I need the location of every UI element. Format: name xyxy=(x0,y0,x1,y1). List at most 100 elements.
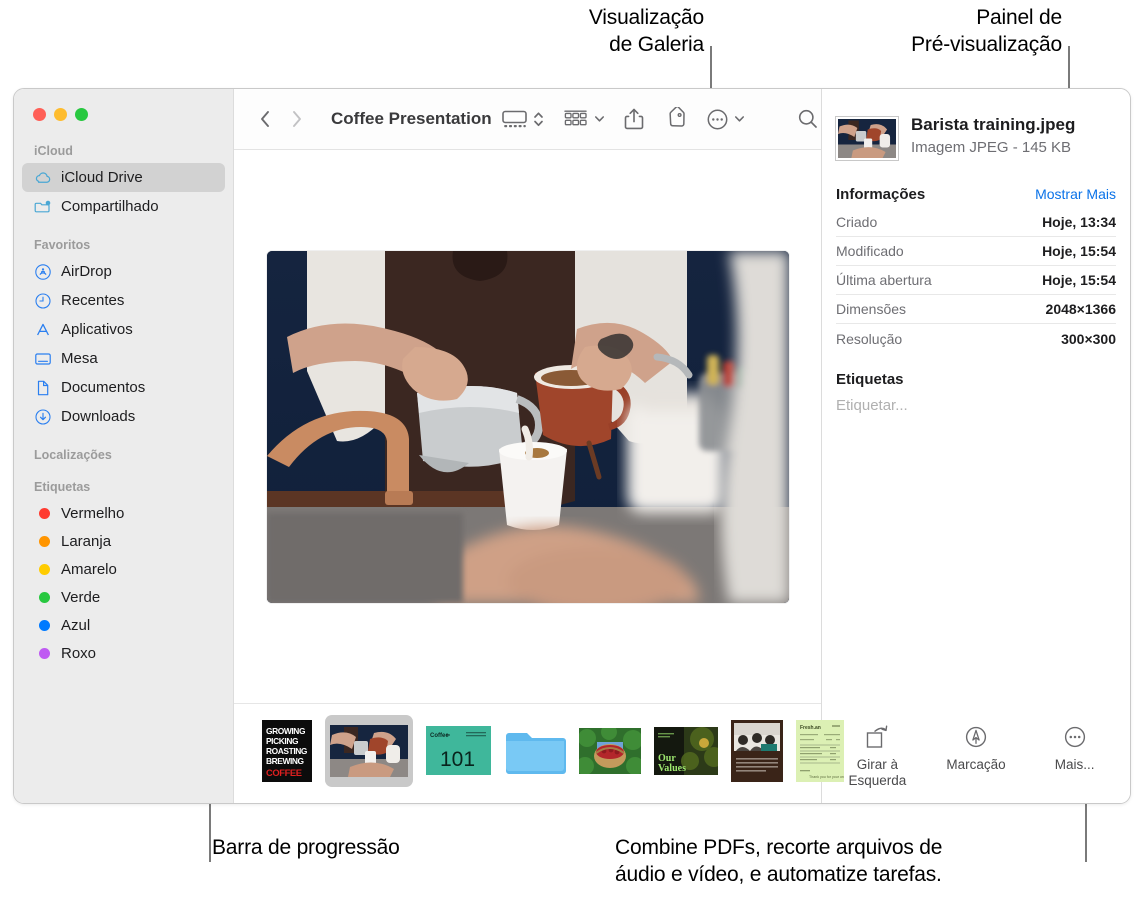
zoom-button[interactable] xyxy=(75,108,88,121)
sidebar-tag-amarelo[interactable]: Amarelo xyxy=(22,555,225,583)
group-by-button[interactable] xyxy=(554,108,614,130)
preview-file-meta: Barista training.jpeg Imagem JPEG - 145 … xyxy=(911,114,1075,156)
sidebar-tag-vermelho[interactable]: Vermelho xyxy=(22,499,225,527)
sidebar-item-icloud-drive[interactable]: iCloud Drive xyxy=(22,163,225,192)
gallery-view: GROWING PICKING ROASTING BREWING COFFEE xyxy=(234,150,844,803)
svg-text:GROWING: GROWING xyxy=(266,726,305,736)
sidebar-item-label: Documentos xyxy=(61,379,146,396)
share-icon xyxy=(624,108,643,130)
view-stepper-button[interactable] xyxy=(530,108,554,130)
info-section-title: Informações xyxy=(836,186,926,203)
back-arrow[interactable] xyxy=(258,108,272,130)
svg-text:COFFEE: COFFEE xyxy=(266,767,302,778)
sidebar-item-label: Recentes xyxy=(61,292,125,309)
sidebar-item-label: AirDrop xyxy=(61,263,112,280)
thumbnail-barista-training[interactable] xyxy=(325,714,413,787)
barista-training-thumb xyxy=(330,724,408,777)
sidebar-item-shared[interactable]: Compartilhado xyxy=(22,192,225,221)
callout-preview-panel: Painel de Pré-visualização xyxy=(836,4,1062,58)
thumbnail-berries-basket[interactable] xyxy=(579,720,641,782)
tag-dot-icon xyxy=(34,616,52,634)
svg-text:Fresh.an: Fresh.an xyxy=(800,725,821,731)
svg-text:Thank you for your order!: Thank you for your order! xyxy=(809,775,844,779)
shared-folder-icon xyxy=(34,198,52,216)
sidebar-tag-azul[interactable]: Azul xyxy=(22,611,225,639)
main-content-area: Coffee Presentation GROWING PICKING ROAS… xyxy=(233,89,844,803)
info-row-resolucao: Resolução 300×300 xyxy=(836,324,1116,353)
markup-icon xyxy=(965,726,987,748)
sidebar-tag-verde[interactable]: Verde xyxy=(22,583,225,611)
sidebar-tag-roxo[interactable]: Roxo xyxy=(22,639,225,667)
downloads-icon xyxy=(34,408,52,426)
sidebar-item-label: Azul xyxy=(61,616,91,634)
thumbnail-coffee-101[interactable]: Coffee 101 xyxy=(426,720,491,782)
folder-thumb xyxy=(506,732,566,774)
tags-section-title: Etiquetas xyxy=(836,371,904,388)
preview-info-section-header: Informações Mostrar Mais xyxy=(822,186,1130,203)
sidebar-tag-laranja[interactable]: Laranja xyxy=(22,527,225,555)
preview-action-bar: Girar à Esquerda Marcação Mais... xyxy=(822,724,1130,803)
callout-automation-line1: Combine PDFs, recorte arquivos de xyxy=(615,836,943,859)
preview-info-table: Criado Hoje, 13:34 Modificado Hoje, 15:5… xyxy=(822,208,1130,353)
rotate-left-label: Girar à Esquerda xyxy=(848,757,906,789)
sidebar-item-aplicativos[interactable]: Aplicativos xyxy=(22,315,225,344)
svg-text:Values: Values xyxy=(658,763,686,774)
tag-dot-icon xyxy=(34,588,52,606)
info-row-ultima-abertura: Última abertura Hoje, 15:54 xyxy=(836,266,1116,295)
more-actions-button[interactable] xyxy=(697,108,754,131)
document-icon xyxy=(34,379,52,397)
our-values-thumb: Our Values xyxy=(654,726,718,775)
preview-header: Barista training.jpeg Imagem JPEG - 145 … xyxy=(822,89,1130,160)
sidebar-item-mesa[interactable]: Mesa xyxy=(22,344,225,373)
add-tag-button[interactable] xyxy=(654,107,697,131)
view-mode-gallery-button[interactable] xyxy=(492,108,530,130)
sidebar-item-label: Amarelo xyxy=(61,560,117,578)
svg-text:ROASTING: ROASTING xyxy=(266,746,307,756)
callout-gallery-view-line1: Visualização xyxy=(588,6,704,29)
info-key: Dimensões xyxy=(836,301,907,317)
preview-file-name: Barista training.jpeg xyxy=(911,115,1076,134)
minimize-button[interactable] xyxy=(54,108,67,121)
navigation-arrows xyxy=(258,108,304,130)
thumbnail-invoice[interactable]: Fresh.an Thank you for your or xyxy=(796,719,844,782)
sidebar-item-downloads[interactable]: Downloads xyxy=(22,402,225,431)
callout-preview-panel-line2: Pré-visualização xyxy=(911,33,1062,56)
forward-arrow[interactable] xyxy=(290,108,304,130)
tag-dot-icon xyxy=(34,560,52,578)
preview-panel: Barista training.jpeg Imagem JPEG - 145 … xyxy=(821,89,1130,803)
info-row-criado: Criado Hoje, 13:34 xyxy=(836,208,1116,237)
sidebar-item-recentes[interactable]: Recentes xyxy=(22,286,225,315)
toolbar: Coffee Presentation xyxy=(234,89,821,150)
hero-image[interactable] xyxy=(266,250,789,603)
sidebar-item-label: Aplicativos xyxy=(61,321,133,338)
callout-gallery-view-line2: de Galeria xyxy=(609,33,704,56)
thumbnail-folder[interactable] xyxy=(504,720,566,782)
more-options-button[interactable]: Mais... xyxy=(1025,724,1124,773)
sidebar: iCloud iCloud Drive Compartilhado Favori… xyxy=(14,89,233,803)
info-key: Última abertura xyxy=(836,272,932,288)
berries-basket-thumb xyxy=(579,727,641,774)
close-button[interactable] xyxy=(33,108,46,121)
coffee-poster-thumb: GROWING PICKING ROASTING BREWING COFFEE xyxy=(262,719,312,782)
sidebar-section-localizacoes: Localizações xyxy=(34,448,112,462)
svg-text:BREWING: BREWING xyxy=(266,756,304,766)
tag-dot-icon xyxy=(34,644,52,662)
markup-button[interactable]: Marcação xyxy=(927,724,1026,773)
svg-text:PICKING: PICKING xyxy=(266,736,298,746)
callout-gallery-view: Visualização de Galeria xyxy=(528,4,704,58)
more-actions-icon xyxy=(707,109,728,129)
info-value: 300×300 xyxy=(1061,330,1116,347)
share-button[interactable] xyxy=(614,107,654,131)
callout-automation: Combine PDFs, recorte arquivos de áudio … xyxy=(615,834,1087,888)
thumbnail-our-values[interactable]: Our Values xyxy=(654,720,718,782)
window-title: Coffee Presentation xyxy=(331,109,492,128)
sidebar-item-airdrop[interactable]: AirDrop xyxy=(22,257,225,286)
info-value: Hoje, 15:54 xyxy=(1042,272,1116,288)
sidebar-item-documentos[interactable]: Documentos xyxy=(22,373,225,402)
thumbnail-coffee-poster[interactable]: GROWING PICKING ROASTING BREWING COFFEE xyxy=(262,719,312,782)
show-more-link[interactable]: Mostrar Mais xyxy=(1035,186,1116,202)
gallery-filmstrip[interactable]: GROWING PICKING ROASTING BREWING COFFEE xyxy=(234,703,844,803)
thumbnail-meeting-document[interactable] xyxy=(731,719,783,782)
tags-input[interactable]: Etiquetar... xyxy=(822,388,1130,414)
tag-dot-icon xyxy=(34,504,52,522)
